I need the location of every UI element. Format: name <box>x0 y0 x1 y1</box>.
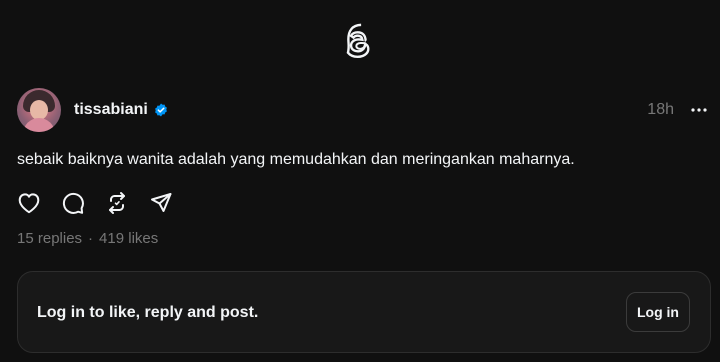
heart-icon[interactable] <box>17 191 41 215</box>
threads-logo-icon[interactable] <box>343 22 379 60</box>
threads-page: tissabiani 18h sebaik baiknya wanita ada… <box>0 0 720 362</box>
likes-count[interactable]: 419 likes <box>99 230 158 247</box>
username-row: tissabiani <box>74 101 168 119</box>
more-horizontal-icon[interactable] <box>690 102 708 118</box>
avatar[interactable] <box>17 88 61 132</box>
replies-count[interactable]: 15 replies <box>17 230 82 247</box>
verified-badge-icon <box>154 103 168 117</box>
send-icon[interactable] <box>149 191 173 215</box>
post-text: sebaik baiknya wanita adalah yang memuda… <box>17 151 575 168</box>
repost-icon[interactable] <box>105 191 129 215</box>
post-actions <box>17 191 173 215</box>
username[interactable]: tissabiani <box>74 101 148 119</box>
login-button[interactable]: Log in <box>626 292 690 332</box>
login-prompt-text: Log in to like, reply and post. <box>37 304 259 321</box>
post-stats: 15 replies · 419 likes <box>17 230 158 247</box>
login-prompt-card: Log in to like, reply and post. Log in <box>17 271 711 353</box>
stats-separator: · <box>88 230 94 247</box>
avatar-face <box>30 100 48 120</box>
post-time[interactable]: 18h <box>647 101 674 119</box>
avatar-body <box>23 118 55 132</box>
comment-icon[interactable] <box>61 191 85 215</box>
